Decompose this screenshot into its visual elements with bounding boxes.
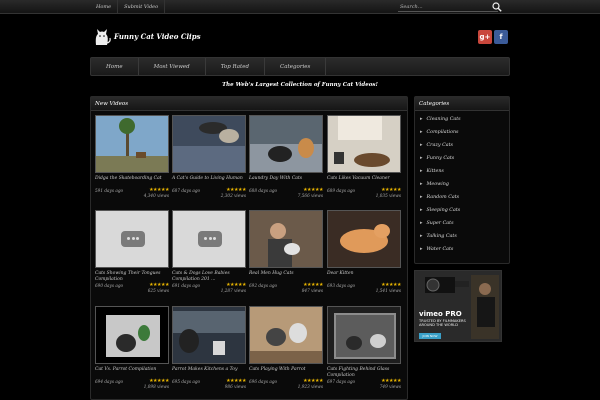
main-nav: Home Most Viewed Top Rated Categories [90, 57, 510, 76]
video-age: 697 days ago [327, 379, 356, 384]
video-card[interactable]: Dear Kitten 693 days ago ★★★★★ 1,541 views [327, 210, 401, 297]
panel-heading: New Videos [91, 97, 407, 111]
video-thumbnail[interactable] [249, 210, 323, 268]
nav-top-rated[interactable]: Top Rated [206, 58, 266, 75]
video-age: 591 days ago [95, 188, 124, 193]
video-views: 1,923 views [297, 384, 323, 389]
ad-text: TRUSTED BY FILMMAKERS AROUND THE WORLD [419, 319, 466, 328]
video-age: 689 days ago [327, 188, 356, 193]
video-views: 1,287 views [220, 288, 246, 293]
video-meta: 692 days ago ★★★★★ 847 views [249, 282, 323, 297]
video-age: 690 days ago [95, 283, 124, 288]
video-meta: 591 days ago ★★★★★ 4,340 views [95, 187, 169, 202]
category-item[interactable]: Meowing [420, 181, 449, 187]
video-card[interactable]: Didga the Skateboarding Cat 591 days ago ★… [95, 115, 169, 202]
category-item[interactable]: Super Cats [420, 220, 454, 226]
video-card[interactable]: Cats Fighting Behind Glass Compilation 69… [327, 306, 401, 393]
video-card[interactable]: Cats & Dogs Love Babies Compilation 201 … [172, 210, 246, 297]
video-views: 847 views [301, 288, 323, 293]
tagline: The Web's Largest Collection of Funny Ca… [222, 82, 378, 88]
video-age: 695 days ago [172, 379, 201, 384]
video-views: 1,035 views [375, 193, 401, 198]
ad-join-button[interactable]: JOIN NOW [419, 333, 441, 339]
category-item[interactable]: Funny Cats [420, 155, 455, 161]
nav-categories[interactable]: Categories [265, 58, 327, 75]
video-thumbnail[interactable] [95, 115, 169, 173]
category-item[interactable]: Water Cats [420, 246, 454, 252]
video-thumbnail[interactable] [172, 115, 246, 173]
category-item[interactable]: Sleeping Cats [420, 207, 461, 213]
video-age: 692 days ago [249, 283, 278, 288]
video-views: 4,340 views [143, 193, 169, 198]
video-meta: 690 days ago ★★★★★ 625 views [95, 282, 169, 297]
video-card[interactable]: Cats Showing Their Tongues Compilation 69… [95, 210, 169, 297]
video-age: 696 days ago [249, 379, 278, 384]
video-age: 691 days ago [172, 283, 201, 288]
video-views: 749 views [379, 384, 401, 389]
video-thumbnail[interactable] [327, 210, 401, 268]
play-button-icon[interactable] [198, 231, 222, 247]
facebook-icon[interactable]: f [494, 30, 508, 44]
video-thumbnail[interactable] [249, 115, 323, 173]
video-card[interactable]: Cats Playing With Parrot 696 days ago ★★★★… [249, 306, 323, 393]
video-thumbnail[interactable] [172, 210, 246, 268]
site-title: Funny Cat Video Clips [114, 31, 201, 41]
video-card[interactable]: Real Men Hug Cats 692 days ago ★★★★★ 847 vi… [249, 210, 323, 297]
video-age: 693 days ago [327, 283, 356, 288]
video-thumbnail[interactable] [249, 306, 323, 364]
video-thumbnail[interactable] [95, 306, 169, 364]
video-meta: 693 days ago ★★★★★ 1,541 views [327, 282, 401, 297]
search-input[interactable]: Search... [398, 2, 498, 12]
google-plus-icon[interactable]: g+ [478, 30, 492, 44]
ad-brand: vimeo PRO [419, 310, 462, 318]
video-meta: 687 days ago ★★★★★ 2,302 views [172, 187, 246, 202]
video-views: 986 views [224, 384, 246, 389]
video-thumbnail[interactable] [327, 115, 401, 173]
video-meta: 691 days ago ★★★★★ 1,287 views [172, 282, 246, 297]
video-meta: 696 days ago ★★★★★ 1,923 views [249, 378, 323, 393]
category-item[interactable]: Crazy Cats [420, 142, 454, 148]
nav-most-viewed[interactable]: Most Viewed [139, 58, 206, 75]
search-icon[interactable] [492, 2, 502, 12]
video-thumbnail[interactable] [172, 306, 246, 364]
category-item[interactable]: Talking Cats [420, 233, 457, 239]
video-views: 2,302 views [220, 193, 246, 198]
video-views: 1,541 views [375, 288, 401, 293]
video-views: 625 views [147, 288, 169, 293]
category-item[interactable]: Kittens [420, 168, 444, 174]
nav-home[interactable]: Home [91, 58, 139, 75]
category-item[interactable]: Compilations [420, 129, 459, 135]
category-item[interactable]: Cleaning Cats [420, 116, 461, 122]
video-meta: 695 days ago ★★★★★ 986 views [172, 378, 246, 393]
video-card[interactable]: Laundry Day With Cats 688 days ago ★★★★★ 7,… [249, 115, 323, 202]
video-card[interactable]: Parrot Makes Kitchens a Toy 695 days ago ★… [172, 306, 246, 393]
vimeo-ad[interactable]: vimeo PRO TRUSTED BY FILMMAKERS AROUND T… [414, 270, 502, 342]
top-nav-submit-video[interactable]: Submit Video [118, 0, 166, 14]
video-age: 688 days ago [249, 188, 278, 193]
video-age: 687 days ago [172, 188, 201, 193]
video-card[interactable]: A Cat's Guide to Living Human 687 days ag… [172, 115, 246, 202]
video-card[interactable]: Cat Vs. Parrot Compilation 694 days ago ★★… [95, 306, 169, 393]
video-meta: 697 days ago ★★★★★ 749 views [327, 378, 401, 393]
video-age: 694 days ago [95, 379, 124, 384]
sidebar-heading: Categories [415, 97, 509, 111]
video-views: 7,566 views [297, 193, 323, 198]
video-meta: 689 days ago ★★★★★ 1,035 views [327, 187, 401, 202]
ad-camera-image [415, 271, 501, 341]
video-meta: 694 days ago ★★★★★ 1,098 views [95, 378, 169, 393]
category-item[interactable]: Random Cats [420, 194, 460, 200]
top-nav-home[interactable]: Home [90, 0, 119, 14]
video-thumbnail[interactable] [95, 210, 169, 268]
video-views: 1,098 views [143, 384, 169, 389]
video-meta: 688 days ago ★★★★★ 7,566 views [249, 187, 323, 202]
video-card[interactable]: Cats Likes Vacuum Cleaner 689 days ago ★★★… [327, 115, 401, 202]
play-button-icon[interactable] [121, 231, 145, 247]
video-thumbnail[interactable] [327, 306, 401, 364]
cat-logo-icon [95, 29, 111, 45]
site-logo[interactable]: Funny Cat Video Clips [92, 26, 201, 46]
top-nav: Home Submit Video [90, 0, 166, 14]
